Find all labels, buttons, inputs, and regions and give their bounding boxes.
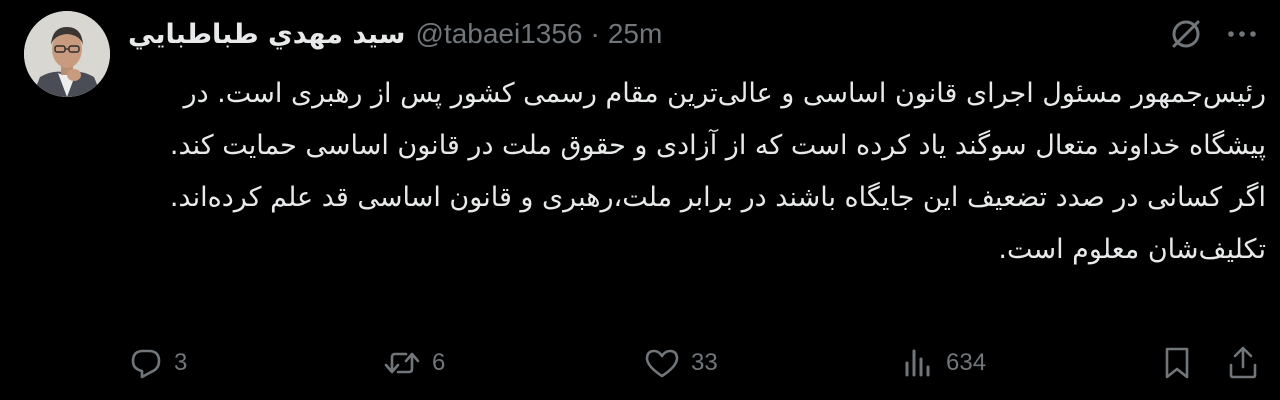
tweet-time[interactable]: 25m (608, 18, 662, 50)
reply-button[interactable]: 3 (128, 340, 187, 386)
tweet-paragraph: تکلیف‌شان معلوم است. (998, 234, 1266, 265)
reply-icon (128, 345, 164, 381)
tweet-header: سید مهدي طباطبايي @tabaei1356 · 25m (128, 14, 662, 54)
more-icon[interactable] (1222, 16, 1262, 52)
bookmark-icon (1161, 345, 1193, 381)
like-button[interactable]: 33 (643, 340, 718, 386)
like-count: 33 (691, 349, 718, 376)
action-bar: 3 6 33 634 (0, 340, 1280, 386)
views-icon (900, 345, 936, 381)
separator-dot: · (590, 18, 600, 49)
bookmark-button[interactable] (1161, 340, 1193, 386)
like-icon (643, 345, 681, 381)
share-icon (1226, 345, 1260, 381)
tweet-text: رئیس‌جمهور مسئول اجرای قانون اساسی و عال… (128, 68, 1266, 276)
tweet: سید مهدي طباطبايي @tabaei1356 · 25m رئیس… (0, 0, 1280, 400)
views-button[interactable]: 634 (900, 340, 986, 386)
avatar-photo (24, 11, 110, 97)
avatar[interactable] (24, 11, 110, 97)
views-count: 634 (946, 349, 987, 376)
display-name[interactable]: سید مهدي طباطبايي (128, 19, 406, 50)
grok-icon[interactable] (1168, 16, 1204, 52)
reply-count: 3 (174, 349, 188, 376)
repost-count: 6 (432, 349, 446, 376)
share-button[interactable] (1226, 340, 1260, 386)
tweet-paragraph: رئیس‌جمهور مسئول اجرای قانون اساسی و عال… (169, 78, 1266, 213)
repost-icon (382, 345, 422, 381)
repost-button[interactable]: 6 (382, 340, 445, 386)
user-handle[interactable]: @tabaei1356 (416, 18, 583, 50)
